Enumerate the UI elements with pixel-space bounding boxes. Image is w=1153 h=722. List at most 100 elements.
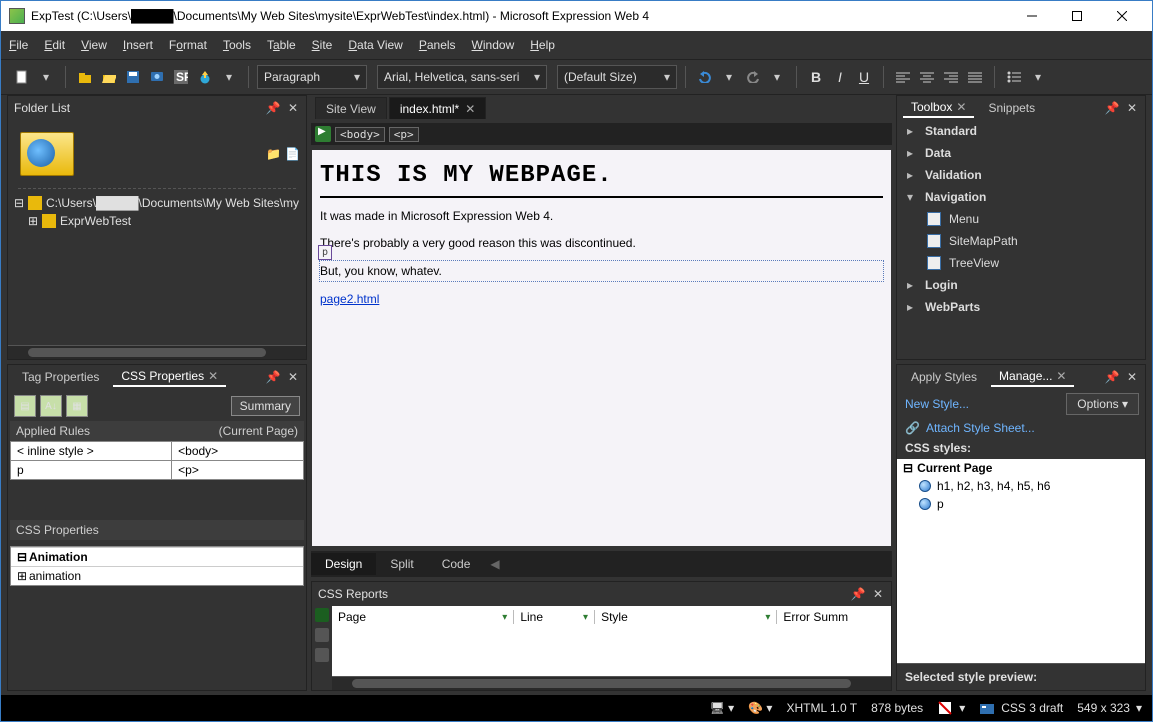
view-mode-code[interactable]: Code xyxy=(428,553,485,575)
menu-table[interactable]: Table xyxy=(267,38,296,52)
breadcrumb-body[interactable]: <body> xyxy=(335,127,385,142)
new-file-icon[interactable]: 📄 xyxy=(285,147,300,161)
new-folder-icon[interactable]: 📁 xyxy=(266,147,281,161)
menu-view[interactable]: View xyxy=(81,38,107,52)
close-panel-icon[interactable]: ✕ xyxy=(286,370,300,384)
prev-result-button[interactable] xyxy=(315,628,329,642)
undo-button[interactable] xyxy=(694,66,716,88)
selected-paragraph[interactable]: p But, you know, whatev. xyxy=(320,261,883,281)
collapse-icon[interactable]: ⊟ xyxy=(903,461,913,475)
open-button[interactable] xyxy=(98,66,120,88)
toolbox-group-navigation[interactable]: ▾Navigation xyxy=(897,186,1145,208)
tab-site-view[interactable]: Site View xyxy=(315,97,387,119)
paragraph-style-combo[interactable]: Paragraph xyxy=(257,65,367,89)
close-tab-icon[interactable]: ✕ xyxy=(465,102,475,116)
next-result-button[interactable] xyxy=(315,648,329,662)
schema-icon[interactable] xyxy=(979,701,995,715)
menu-window[interactable]: Window xyxy=(472,38,515,52)
style-rule[interactable]: h1, h2, h3, h4, h5, h6 xyxy=(897,477,1145,495)
menu-insert[interactable]: Insert xyxy=(123,38,153,52)
close-tab-icon[interactable]: ✕ xyxy=(1056,369,1066,383)
font-size-combo[interactable]: (Default Size) xyxy=(557,65,677,89)
close-panel-icon[interactable]: ✕ xyxy=(1125,370,1139,384)
page-heading[interactable]: THIS IS MY WEBPAGE. xyxy=(320,160,883,198)
pin-icon[interactable]: 📌 xyxy=(266,370,280,384)
download-time-icon[interactable] xyxy=(937,700,953,716)
new-dropdown-icon[interactable]: ▾ xyxy=(35,66,57,88)
undo-dropdown-icon[interactable]: ▾ xyxy=(718,66,740,88)
style-rule[interactable]: p xyxy=(897,495,1145,513)
redo-dropdown-icon[interactable]: ▾ xyxy=(766,66,788,88)
attach-stylesheet-link[interactable]: Attach Style Sheet... xyxy=(926,421,1035,435)
align-right-button[interactable] xyxy=(940,66,962,88)
menu-dataview[interactable]: Data View xyxy=(348,38,402,52)
tag-selector-chip[interactable]: p xyxy=(318,245,332,261)
toolbox-item-treeview[interactable]: TreeView xyxy=(897,252,1145,274)
styles-options-button[interactable]: Options ▾ xyxy=(1066,393,1139,415)
preview-button[interactable] xyxy=(146,66,168,88)
bullet-list-button[interactable] xyxy=(1003,66,1025,88)
expand-icon[interactable]: ⊞ xyxy=(28,214,38,228)
superpreview-button[interactable]: SP xyxy=(170,66,192,88)
style-application-button[interactable]: 🎨 ▾ xyxy=(748,701,772,715)
run-report-button[interactable] xyxy=(315,608,329,622)
underline-button[interactable]: U xyxy=(853,66,875,88)
menu-file[interactable]: File xyxy=(9,38,28,52)
styles-group-current-page[interactable]: ⊟Current Page xyxy=(897,459,1145,477)
publish-button[interactable] xyxy=(194,66,216,88)
align-justify-button[interactable] xyxy=(964,66,986,88)
publish-dropdown-icon[interactable]: ▾ xyxy=(218,66,240,88)
page-paragraph[interactable]: There's probably a very good reason this… xyxy=(320,235,883,251)
pin-icon[interactable]: 📌 xyxy=(1105,370,1119,384)
pin-icon[interactable]: 📌 xyxy=(851,587,865,601)
horizontal-scrollbar[interactable] xyxy=(8,345,306,359)
tree-root-row[interactable]: ⊟ C:\Users\█████\Documents\My Web Sites\… xyxy=(8,194,306,212)
report-columns[interactable]: Page▾ Line▾ Style▾ Error Summ xyxy=(332,606,891,628)
sort-button[interactable]: A↓ xyxy=(40,395,62,417)
collapse-icon[interactable]: ⊟ xyxy=(14,196,24,210)
expand-icon[interactable]: ⊞ xyxy=(17,569,29,583)
close-tab-icon[interactable]: ✕ xyxy=(208,369,218,383)
horizontal-scrollbar[interactable] xyxy=(332,676,891,690)
toolbox-group-validation[interactable]: ▸Validation xyxy=(897,164,1145,186)
applied-rules-table[interactable]: < inline style ><body> p<p> xyxy=(10,441,304,480)
toolbox-group-login[interactable]: ▸Login xyxy=(897,274,1145,296)
list-dropdown-icon[interactable]: ▾ xyxy=(1027,66,1049,88)
view-mode-split[interactable]: Split xyxy=(376,553,427,575)
menu-format[interactable]: Format xyxy=(169,38,207,52)
collapse-icon[interactable]: ⊟ xyxy=(17,550,29,564)
design-surface[interactable]: THIS IS MY WEBPAGE. It was made in Micro… xyxy=(311,149,892,547)
scroll-left-icon[interactable]: ◀ xyxy=(490,557,499,571)
menu-site[interactable]: Site xyxy=(312,38,333,52)
toolbox-group-data[interactable]: ▸Data xyxy=(897,142,1145,164)
menu-tools[interactable]: Tools xyxy=(223,38,251,52)
toolbox-item-sitemappath[interactable]: SiteMapPath xyxy=(897,230,1145,252)
close-tab-icon[interactable]: ✕ xyxy=(956,100,966,114)
quick-tag-go-icon[interactable] xyxy=(315,126,331,142)
new-style-link[interactable]: New Style... xyxy=(897,391,977,417)
toolbox-group-webparts[interactable]: ▸WebParts xyxy=(897,296,1145,318)
page-link[interactable]: page2.html xyxy=(320,292,379,306)
visual-aids-button[interactable]: 🖥 ▾ xyxy=(710,701,735,715)
status-dimensions[interactable]: 549 x 323 xyxy=(1077,701,1130,715)
close-panel-icon[interactable]: ✕ xyxy=(1125,101,1139,115)
pin-icon[interactable]: 📌 xyxy=(1105,101,1119,115)
view-mode-design[interactable]: Design xyxy=(311,553,376,575)
save-button[interactable] xyxy=(122,66,144,88)
menu-help[interactable]: Help xyxy=(530,38,555,52)
minimize-button[interactable] xyxy=(1009,2,1054,30)
bold-button[interactable]: B xyxy=(805,66,827,88)
summary-button[interactable]: Summary xyxy=(231,396,300,416)
tab-index-html[interactable]: index.html*✕ xyxy=(389,97,486,119)
close-button[interactable] xyxy=(1099,2,1144,30)
show-set-props-button[interactable]: ▤ xyxy=(14,395,36,417)
close-panel-icon[interactable]: ✕ xyxy=(286,101,300,115)
align-center-button[interactable] xyxy=(916,66,938,88)
close-panel-icon[interactable]: ✕ xyxy=(871,587,885,601)
page-paragraph[interactable]: It was made in Microsoft Expression Web … xyxy=(320,208,883,224)
menu-panels[interactable]: Panels xyxy=(419,38,456,52)
open-site-button[interactable] xyxy=(74,66,96,88)
redo-button[interactable] xyxy=(742,66,764,88)
tab-manage-styles[interactable]: Manage...✕ xyxy=(991,367,1074,387)
align-left-button[interactable] xyxy=(892,66,914,88)
